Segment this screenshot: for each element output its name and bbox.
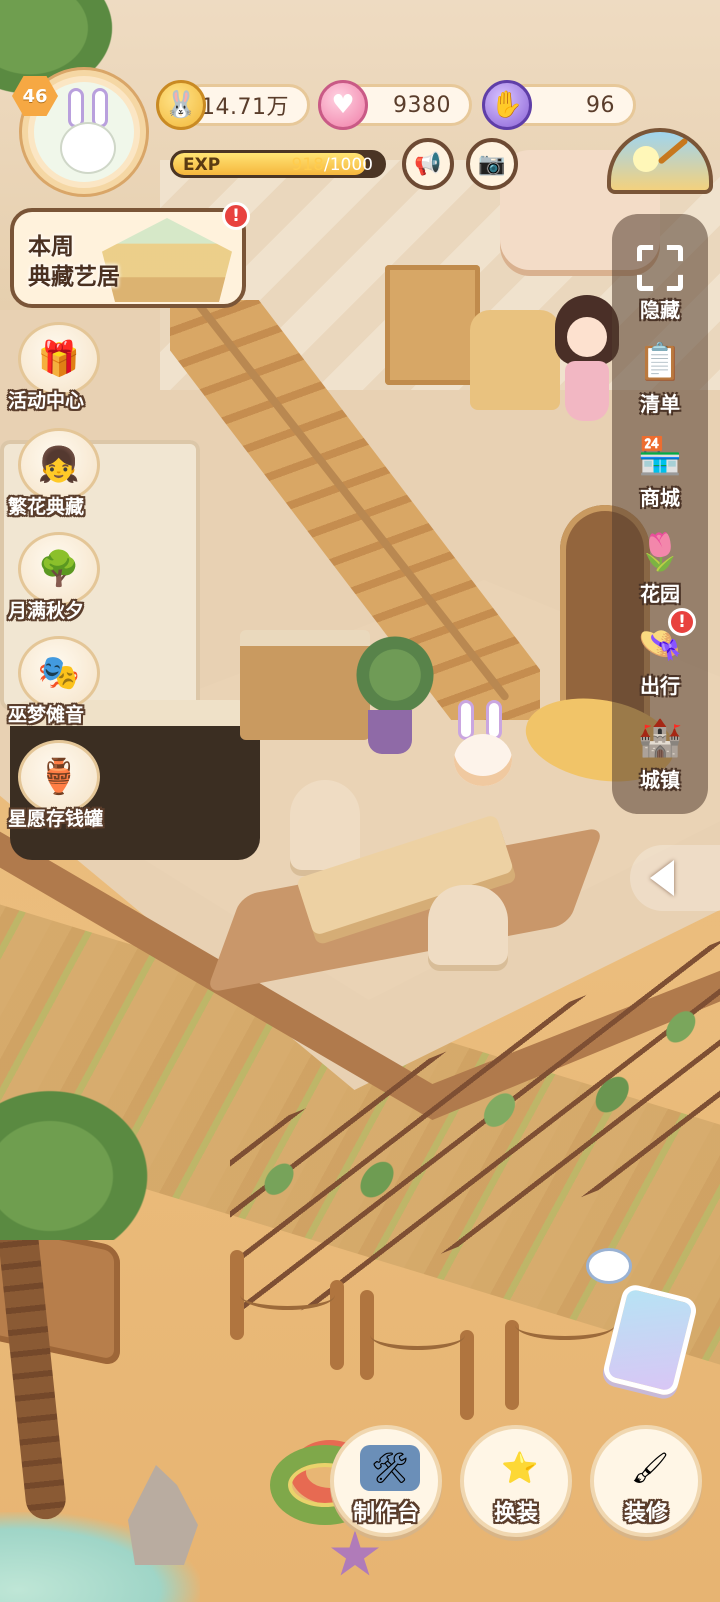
left-menu-activity-center[interactable]: 🎁 活动中心 [8, 322, 118, 418]
chevron-left-icon [650, 860, 674, 896]
megaphone-icon[interactable]: 📢 [402, 138, 454, 190]
checklist-icon: 📋 [637, 342, 683, 383]
plant-pot [368, 710, 412, 754]
travel-alert-badge: ! [668, 608, 696, 636]
golden-tree-icon: 🌳 [18, 532, 100, 606]
left-menu-autumn-moon[interactable]: 🌳 月满秋夕 [8, 532, 118, 628]
player-character[interactable] [555, 295, 619, 425]
dining-chair[interactable] [428, 885, 508, 965]
dining-chair[interactable] [290, 780, 360, 870]
left-menu-dream-mask[interactable]: 🎭 巫梦傩音 [8, 636, 118, 732]
bunny-coin-icon: 🐰 [156, 80, 206, 130]
exp-value: 918/1000 [292, 155, 373, 175]
garden-icon: 🌷 [637, 532, 683, 573]
hearts-value: 9380 [393, 92, 451, 118]
outfit-star-icon: ⭐ [501, 1450, 539, 1486]
wish-jar-icon: 🏺 [18, 740, 100, 814]
left-menu-flower-collection[interactable]: 👧 繁花典藏 [8, 428, 118, 524]
bottom-menu-outfit[interactable]: ⭐ 换装 [460, 1425, 572, 1537]
exp-max: /1000 [324, 155, 373, 175]
rope-fence [230, 1240, 630, 1440]
gift-box-icon: 🎁 [18, 322, 100, 396]
flower-girl-icon: 👧 [18, 428, 100, 502]
pavilion-art [102, 218, 232, 302]
coins-value: 14.71万 [201, 95, 289, 120]
armchair[interactable] [470, 310, 560, 410]
message-bubble-icon[interactable] [586, 1248, 632, 1284]
mask-icon: 🎭 [18, 636, 100, 710]
exp-bar: EXP 918/1000 [170, 150, 386, 178]
right-menu-hide[interactable]: 隐藏 [612, 238, 708, 330]
camera-icon[interactable]: 📷 [466, 138, 518, 190]
exp-current: 918 [291, 155, 324, 175]
exp-label: EXP [183, 155, 221, 175]
shop-icon: 🏪 [637, 436, 683, 477]
right-menu-checklist[interactable]: 📋 清单 [612, 332, 708, 424]
collapse-menu-button[interactable] [630, 845, 720, 911]
weekly-collection-banner[interactable]: 本周 典藏艺居 [10, 208, 246, 308]
purple-glove-icon: ✋ [482, 80, 532, 130]
side-shelf[interactable] [385, 265, 480, 385]
left-menu-wish-jar[interactable]: 🏺 星愿存钱罐 [8, 740, 118, 836]
bunny-pet[interactable] [448, 700, 518, 790]
potted-plant[interactable] [350, 630, 440, 720]
pink-heart-icon: ♥ [318, 80, 368, 130]
weekly-alert-badge: ! [222, 202, 250, 230]
bottom-menu-workbench[interactable]: 🛠 制作台 [330, 1425, 442, 1537]
hide-frame-icon [634, 242, 686, 294]
right-menu-garden[interactable]: 🌷 花园 [612, 522, 708, 614]
paint-roller-icon: 🖌 [630, 1450, 670, 1486]
right-menu-shop[interactable]: 🏪 商城 [612, 426, 708, 518]
weekly-banner-title: 本周 典藏艺居 [28, 234, 120, 290]
workbench-icon: 🛠 [360, 1445, 420, 1491]
energy-value: 96 [586, 92, 615, 118]
bottom-menu-decorate[interactable]: 🖌 装修 [590, 1425, 702, 1537]
palm-leaves [0, 1080, 160, 1240]
castle-icon: 🏰 [637, 718, 683, 759]
right-menu-town[interactable]: 🏰 城镇 [612, 708, 708, 800]
